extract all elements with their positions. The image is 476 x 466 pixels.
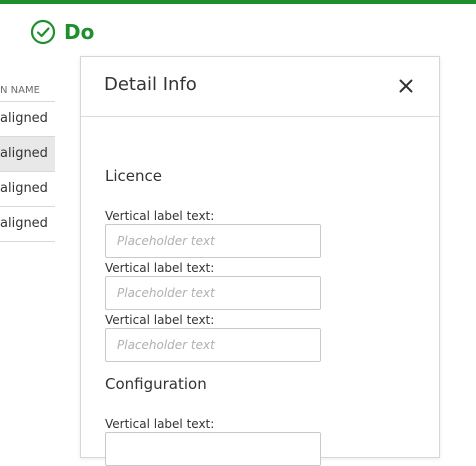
close-icon: [399, 79, 413, 93]
table-column-header[interactable]: N NAME: [0, 80, 55, 102]
detail-info-panel: Detail Info Licence Vertical label text:…: [80, 56, 440, 466]
section-title-licence: Licence: [105, 167, 162, 185]
field-label: Vertical label text:: [105, 313, 215, 327]
table-row[interactable]: aligned: [0, 102, 55, 137]
panel-title: Detail Info: [104, 74, 197, 95]
table-row[interactable]: aligned: [0, 172, 55, 207]
close-button[interactable]: [393, 73, 419, 99]
background-table: N NAME aligned aligned aligned aligned: [0, 80, 55, 242]
top-accent-bar: [0, 0, 476, 4]
field-label: Vertical label text:: [105, 261, 215, 275]
panel-header: Detail Info: [81, 57, 439, 117]
table-row-selected[interactable]: aligned: [0, 137, 55, 172]
configuration-input-1[interactable]: [105, 432, 321, 466]
brand: Do: [30, 19, 94, 45]
licence-input-1[interactable]: [105, 224, 321, 258]
licence-input-2[interactable]: [105, 276, 321, 310]
table-row[interactable]: aligned: [0, 207, 55, 242]
section-title-configuration: Configuration: [105, 375, 207, 393]
field-label: Vertical label text:: [105, 417, 215, 431]
licence-input-3[interactable]: [105, 328, 321, 362]
brand-name: Do: [64, 20, 95, 44]
field-label: Vertical label text:: [105, 209, 215, 223]
check-circle-icon: [30, 19, 56, 45]
